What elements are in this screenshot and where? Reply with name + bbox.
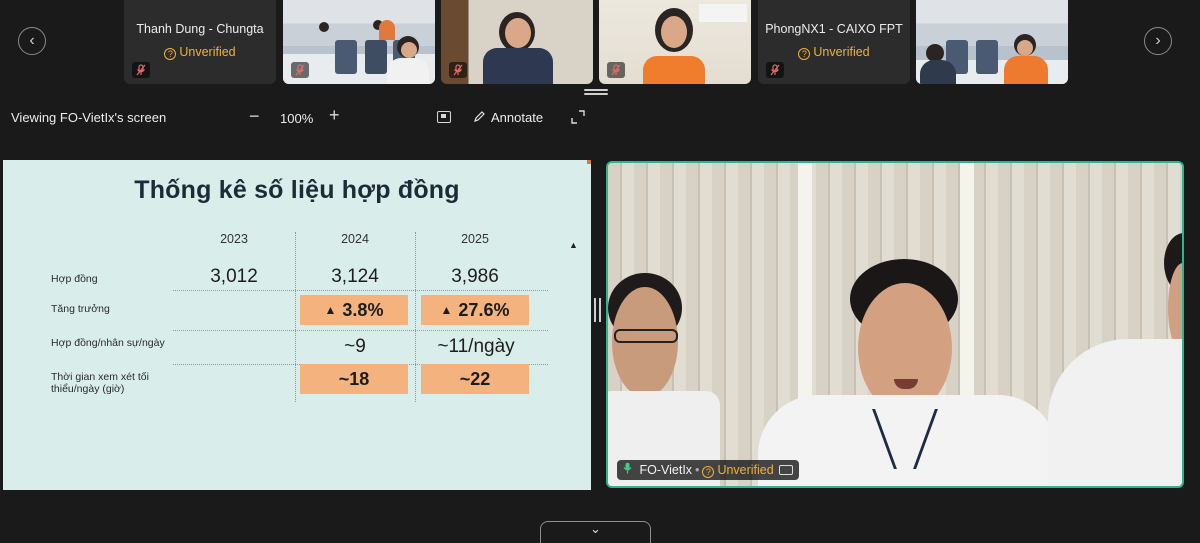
slide-title: Thống kê số liệu hợp đồng: [134, 176, 460, 204]
row-label: Hợp đồng: [51, 273, 98, 285]
warning-circle-icon: ?: [164, 48, 177, 60]
table-cell: ~9: [344, 336, 366, 357]
participant-video-tile[interactable]: [599, 0, 751, 84]
review-time-cell: ~18: [300, 364, 408, 394]
review-time-cell: ~22: [421, 364, 529, 394]
chevron-left-icon: ‹: [29, 32, 35, 49]
strip-prev-button[interactable]: ‹: [18, 27, 46, 55]
column-header: 2024: [341, 232, 369, 246]
mouse-cursor-icon: ▲: [569, 240, 578, 250]
split-divider[interactable]: [594, 298, 602, 322]
participant-tile[interactable]: Thanh Dung - Chungta ? Unverified: [124, 0, 276, 84]
table-cell: ~11/ngày: [437, 336, 515, 357]
participant-video-tile[interactable]: [916, 0, 1068, 84]
arrow-up-icon: ▲: [324, 303, 337, 317]
warning-circle-icon: ?: [702, 466, 715, 478]
annotate-label: Annotate: [491, 110, 544, 125]
mic-off-icon: [766, 62, 784, 78]
speaker-name-tag: FO-VietIx •? Unverified: [617, 460, 799, 480]
table-cell: 3,124: [331, 266, 379, 287]
strip-next-button[interactable]: ›: [1144, 27, 1172, 55]
participant-tile[interactable]: PhongNX1 - CAIXO FPT ? Unverified: [758, 0, 910, 84]
shared-screen-slide: Thống kê số liệu hợp đồng 2023 2024 2025…: [3, 160, 591, 490]
screen-share-toolbar: Viewing FO-VietIx's screen − 100% + Anno…: [0, 104, 1200, 132]
table-cell: 3,986: [451, 266, 499, 287]
row-label: Hợp đồng/nhân sự/ngày: [51, 337, 165, 349]
column-header: 2023: [220, 232, 248, 246]
annotate-button[interactable]: Annotate: [474, 110, 543, 125]
meeting-window: ‹ Thanh Dung - Chungta ? Unverified Phon…: [0, 0, 1200, 543]
growth-cell: ▲ 3.8%: [300, 295, 408, 325]
growth-cell: ▲ 27.6%: [421, 295, 529, 325]
speaker-status: ? Unverified: [702, 463, 774, 478]
participant-name: Thanh Dung - Chungta: [136, 22, 264, 36]
speaker-video[interactable]: FO-VietIx •? Unverified: [606, 161, 1184, 488]
row-label: Thời gian xem xét tối thiểu/ngày (giờ): [51, 371, 149, 395]
column-header: 2025: [461, 232, 489, 246]
pen-icon: [474, 110, 486, 125]
arrow-up-icon: ▲: [440, 303, 453, 317]
mic-off-icon: [132, 62, 150, 78]
participant-video-tile[interactable]: [283, 0, 435, 84]
participant-strip: ‹ Thanh Dung - Chungta ? Unverified Phon…: [0, 0, 1200, 84]
mic-off-icon: [291, 62, 309, 78]
zoom-level: 100%: [280, 111, 314, 126]
viewing-label: Viewing FO-VietIx's screen: [11, 110, 167, 125]
chevron-right-icon: ›: [1155, 32, 1161, 49]
speaker-name: FO-VietIx: [639, 463, 693, 477]
warning-circle-icon: ?: [798, 48, 811, 60]
bottom-toggle-tab[interactable]: ⌄: [540, 521, 651, 543]
screen-share-badge-icon: [778, 465, 793, 475]
zoom-out-button[interactable]: −: [249, 106, 260, 127]
mic-on-icon: [623, 462, 635, 477]
participant-status: ? Unverified: [758, 45, 910, 60]
mic-off-icon: [607, 62, 625, 78]
table-cell: 3,012: [210, 266, 258, 287]
screen-view-icon[interactable]: [437, 111, 451, 123]
participant-name: PhongNX1 - CAIXO FPT: [765, 22, 903, 36]
expand-icon[interactable]: [571, 110, 585, 124]
mic-off-icon: [449, 62, 467, 78]
row-label: Tăng trưởng: [51, 303, 110, 315]
participant-status: ? Unverified: [124, 45, 276, 60]
zoom-in-button[interactable]: +: [329, 105, 340, 126]
participant-video-tile[interactable]: [441, 0, 593, 84]
strip-resize-handle[interactable]: [584, 89, 608, 97]
